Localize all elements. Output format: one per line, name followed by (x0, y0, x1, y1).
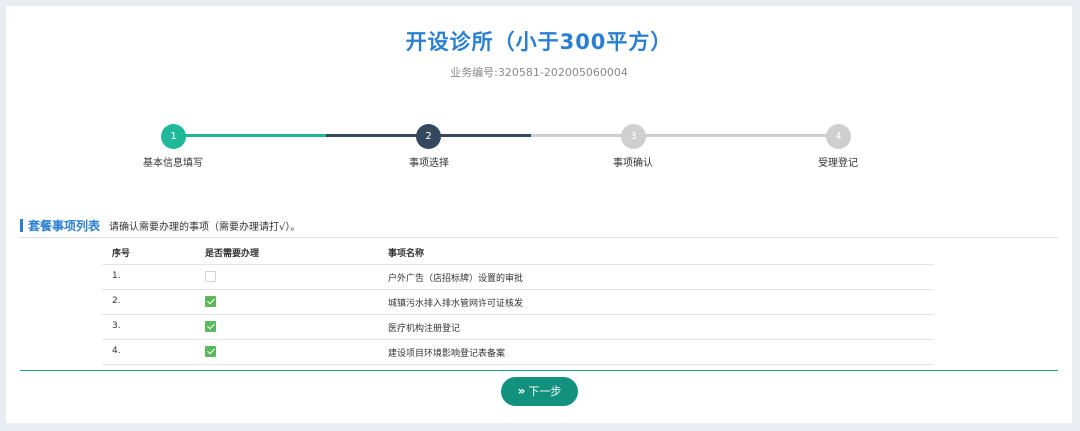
step-connector-4 (531, 134, 838, 137)
row-checkbox[interactable] (205, 296, 216, 307)
header-index: 序号 (112, 249, 131, 259)
step-3-label: 事项确认 (613, 158, 653, 169)
step-1-label: 基本信息填写 (143, 158, 203, 169)
row-index: 3. (112, 321, 121, 331)
row-item-name: 建设项目环境影响登记表备案 (388, 349, 506, 359)
row-item-name: 城镇污水排入排水管网许可证核发 (388, 299, 524, 309)
section-divider (20, 237, 1058, 238)
header-item-name: 事项名称 (388, 249, 425, 259)
table-row: 4. 建设项目环境影响登记表备案 (102, 340, 934, 365)
step-connector-1 (173, 134, 326, 137)
row-index: 4. (112, 346, 121, 356)
double-chevron-right-icon: » (517, 384, 526, 398)
table-row: 2. 城镇污水排入排水管网许可证核发 (102, 290, 934, 315)
step-4-circle: 4 (826, 124, 851, 149)
step-2-circle: 2 (416, 124, 441, 149)
table-row: 3. 医疗机构注册登记 (102, 315, 934, 340)
table-header-row: 序号 是否需要办理 事项名称 (102, 240, 934, 265)
table-row: 1. 户外广告（店招标牌）设置的审批 (102, 265, 934, 290)
step-connector-2 (326, 134, 429, 137)
section-instruction: 请确认需要办理的事项（需要办理请打√）。 (109, 222, 301, 233)
main-card: 开设诊所（小于300平方） 业务编号:320581-202005060004 1… (6, 6, 1072, 423)
row-item-name: 医疗机构注册登记 (388, 324, 461, 334)
row-checkbox[interactable] (205, 346, 216, 357)
business-number: 业务编号:320581-202005060004 (450, 66, 628, 79)
header-required: 是否需要办理 (205, 249, 260, 259)
row-checkbox[interactable] (205, 321, 216, 332)
next-step-button[interactable]: » 下一步 (501, 377, 578, 406)
step-2-label: 事项选择 (409, 158, 449, 169)
row-index: 2. (112, 296, 121, 306)
row-checkbox[interactable] (205, 271, 216, 282)
row-item-name: 户外广告（店招标牌）设置的审批 (388, 274, 524, 284)
section-marker (20, 219, 23, 232)
step-1-circle: 1 (161, 124, 186, 149)
step-4-label: 受理登记 (818, 158, 858, 169)
progress-stepper: 1 2 3 4 基本信息填写 事项选择 事项确认 受理登记 (6, 114, 1072, 174)
section-title: 套餐事项列表 (28, 219, 101, 233)
items-table: 序号 是否需要办理 事项名称 1. 户外广告（店招标牌）设置的审批 2. 城镇污… (102, 240, 934, 365)
row-index: 1. (112, 271, 121, 281)
footer-divider (20, 370, 1058, 371)
step-connector-3 (429, 134, 531, 137)
page-title: 开设诊所（小于300平方） (405, 30, 673, 54)
next-step-label: 下一步 (528, 385, 562, 398)
step-3-circle: 3 (621, 124, 646, 149)
